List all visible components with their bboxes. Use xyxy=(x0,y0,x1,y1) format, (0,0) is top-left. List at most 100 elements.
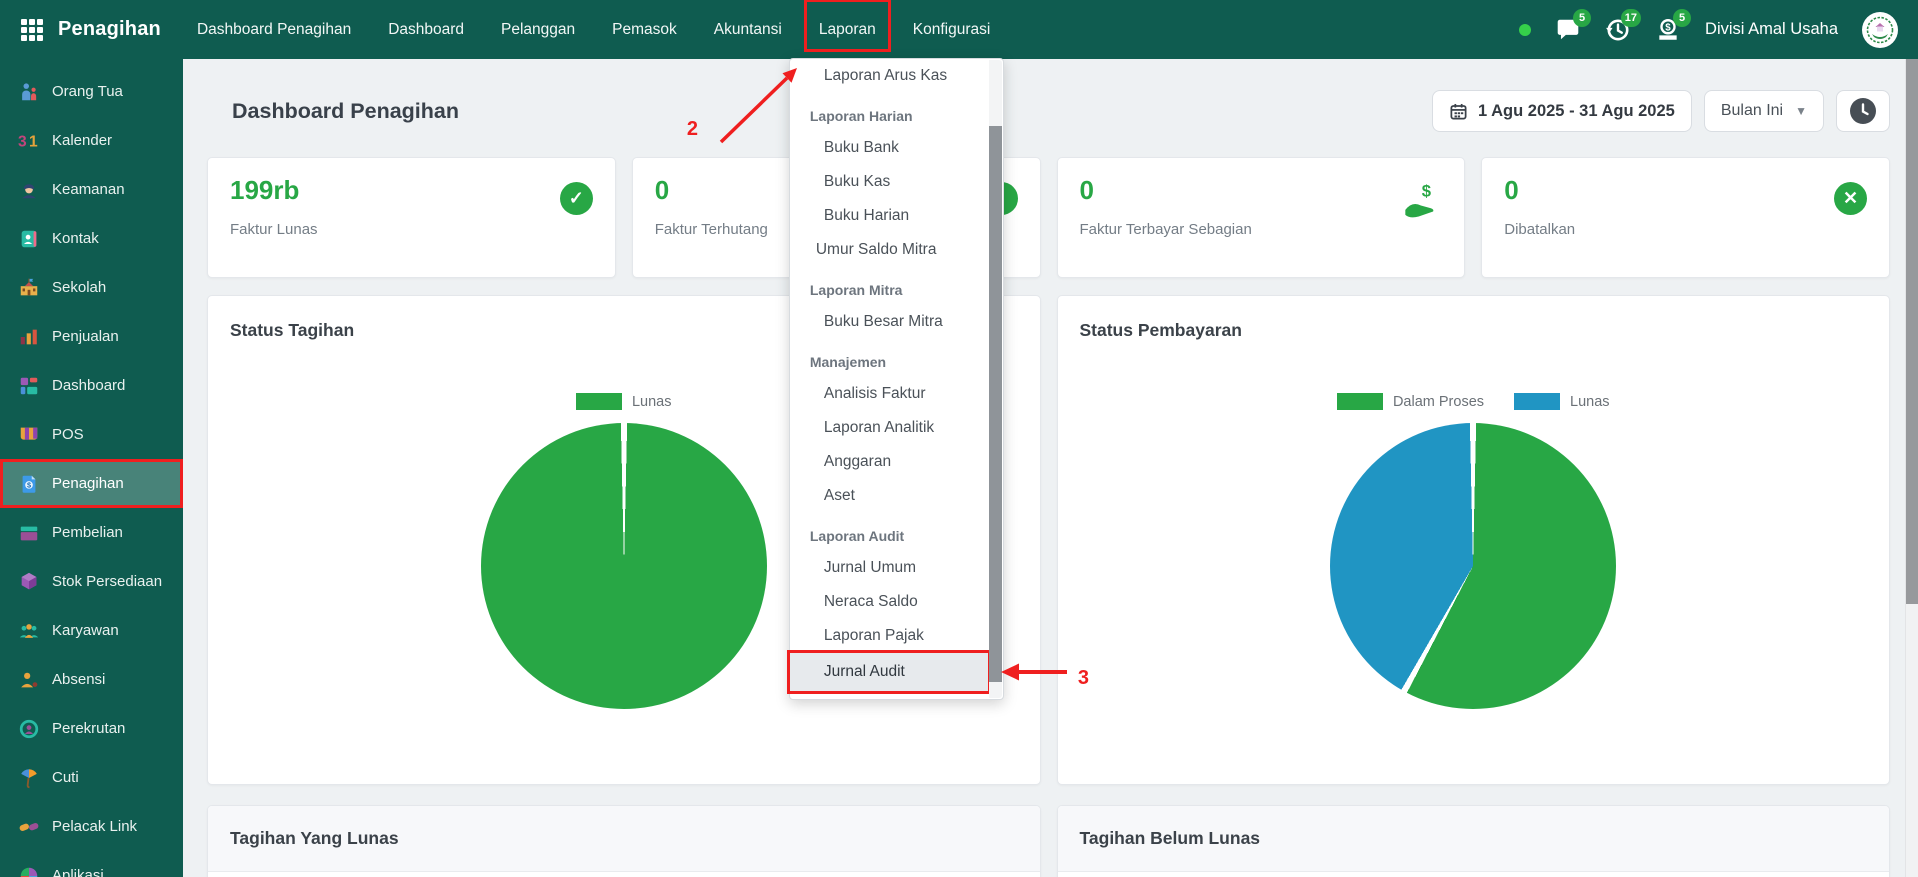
sidebar-item-stok-persediaan[interactable]: Stok Persediaan xyxy=(0,557,183,606)
time-settings-button[interactable] xyxy=(1836,90,1890,132)
stat-value: 0 xyxy=(1080,176,1443,206)
app-brand[interactable]: Penagihan xyxy=(58,18,161,41)
employees-group-icon xyxy=(18,620,40,642)
panel-header: Tagihan Belum Lunas xyxy=(1058,806,1890,872)
sidebar-item-perekrutan[interactable]: Perekrutan xyxy=(0,704,183,753)
activity-count-badge: 17 xyxy=(1621,9,1641,27)
hand-holding-dollar-icon: $ xyxy=(1402,182,1442,220)
sidebar-item-label: Penjualan xyxy=(52,328,119,345)
sidebar-item-keamanan[interactable]: Keamanan xyxy=(0,165,183,214)
sidebar-item-kalender[interactable]: 31 Kalender xyxy=(0,116,183,165)
sidebar-item-kontak[interactable]: Kontak xyxy=(0,214,183,263)
chevron-down-icon: ▼ xyxy=(1795,104,1807,118)
legend-label: Lunas xyxy=(1570,394,1610,410)
sidebar-item-penagihan[interactable]: $ Penagihan 1 xyxy=(0,459,183,508)
nav-konfigurasi[interactable]: Konfigurasi xyxy=(913,18,991,42)
sidebar-item-label: Aplikasi xyxy=(52,867,104,877)
bottom-panels-row: Tagihan Yang Lunas Tagihan Belum Lunas xyxy=(207,805,1890,877)
calendar-31-icon: 31 xyxy=(18,130,40,152)
nav-pemasok[interactable]: Pemasok xyxy=(612,18,677,42)
sidebar-item-label: Dashboard xyxy=(52,377,125,394)
stat-value: 0 xyxy=(1504,176,1867,206)
sidebar-item-penjualan[interactable]: Penjualan xyxy=(0,312,183,361)
nav-dashboard-penagihan[interactable]: Dashboard Penagihan xyxy=(197,18,351,42)
period-select[interactable]: Bulan Ini ▼ xyxy=(1704,90,1824,132)
legend-item-lunas[interactable]: Lunas xyxy=(576,393,672,410)
sidebar-item-label: Kontak xyxy=(52,230,99,247)
billing-invoice-icon: $ xyxy=(18,473,40,495)
legend-item-lunas[interactable]: Lunas xyxy=(1514,393,1610,410)
menu-neraca-saldo[interactable]: Neraca Saldo xyxy=(790,585,988,619)
menu-analisis-faktur[interactable]: Analisis Faktur xyxy=(790,377,988,411)
menu-buku-harian[interactable]: Buku Harian xyxy=(790,199,988,233)
sidebar-item-pos[interactable]: POS xyxy=(0,410,183,459)
menu-laporan-pajak[interactable]: Laporan Pajak xyxy=(790,619,988,653)
menu-buku-bank[interactable]: Buku Bank xyxy=(790,131,988,165)
top-navbar: Penagihan Dashboard Penagihan Dashboard … xyxy=(0,0,1918,59)
sidebar-item-dashboard[interactable]: Dashboard xyxy=(0,361,183,410)
panel-body xyxy=(208,872,1040,877)
sidebar-item-pembelian[interactable]: Pembelian xyxy=(0,508,183,557)
main-content: Dashboard Penagihan 1 Agu 2025 - 31 Agu … xyxy=(183,59,1905,877)
page-title: Dashboard Penagihan xyxy=(232,99,459,124)
purchase-stack-icon xyxy=(18,522,40,544)
panel-title: Tagihan Yang Lunas xyxy=(230,828,399,849)
apps-grid-icon[interactable] xyxy=(20,18,44,42)
page-scrollbar-track[interactable] xyxy=(1905,59,1918,877)
header-controls: 1 Agu 2025 - 31 Agu 2025 Bulan Ini ▼ xyxy=(1432,90,1890,132)
history-clock-icon[interactable]: 17 xyxy=(1605,17,1631,43)
sidebar-item-label: Absensi xyxy=(52,671,105,688)
date-range-button[interactable]: 1 Agu 2025 - 31 Agu 2025 xyxy=(1432,90,1692,132)
status-tagihan-pie-chart xyxy=(481,423,767,709)
sidebar-item-orang-tua[interactable]: Orang Tua xyxy=(0,67,183,116)
sidebar-item-aplikasi[interactable]: Aplikasi xyxy=(0,851,183,877)
chart-legend: Dalam Proses Lunas xyxy=(1058,393,1890,410)
nav-akuntansi[interactable]: Akuntansi xyxy=(714,18,782,42)
sidebar-item-karyawan[interactable]: Karyawan xyxy=(0,606,183,655)
menu-anggaran[interactable]: Anggaran xyxy=(790,445,988,479)
panel-title: Tagihan Belum Lunas xyxy=(1080,828,1261,849)
legend-swatch xyxy=(1514,393,1560,410)
nav-pelanggan[interactable]: Pelanggan xyxy=(501,18,575,42)
apps-wheel-icon xyxy=(18,865,40,877)
menu-laporan-arus-kas[interactable]: Laporan Arus Kas xyxy=(790,59,988,93)
dropdown-scrollbar-track[interactable] xyxy=(989,60,1002,698)
sidebar-item-label: Stok Persediaan xyxy=(52,573,162,590)
sidebar-item-label: Perekrutan xyxy=(52,720,125,737)
dropdown-scrollbar-thumb[interactable] xyxy=(989,126,1002,682)
chat-bubble-icon[interactable]: 5 xyxy=(1555,17,1581,43)
sidebar-item-cuti[interactable]: Cuti xyxy=(0,753,183,802)
nav-dashboard[interactable]: Dashboard xyxy=(388,18,464,42)
sidebar-item-sekolah[interactable]: Sekolah xyxy=(0,263,183,312)
sidebar-item-label: Orang Tua xyxy=(52,83,123,100)
menu-laporan-analitik[interactable]: Laporan Analitik xyxy=(790,411,988,445)
inventory-box-icon xyxy=(18,571,40,593)
menu-umur-saldo-mitra[interactable]: Umur Saldo Mitra xyxy=(790,233,988,267)
menu-aset[interactable]: Aset xyxy=(790,479,988,513)
stat-label: Faktur Terbayar Sebagian xyxy=(1080,221,1443,238)
panel-body xyxy=(1058,872,1890,877)
money-receipt-icon[interactable]: $ 5 xyxy=(1655,17,1681,43)
menu-buku-besar-mitra[interactable]: Buku Besar Mitra xyxy=(790,305,988,339)
menu-jurnal-audit[interactable]: Jurnal Audit 3 xyxy=(790,653,988,691)
sidebar-item-pelacak-link[interactable]: Pelacak Link xyxy=(0,802,183,851)
sidebar-item-label: Keamanan xyxy=(52,181,125,198)
avatar[interactable] xyxy=(1862,12,1898,48)
sidebar-item-absensi[interactable]: Absensi xyxy=(0,655,183,704)
nav-laporan[interactable]: Laporan 2 Laporan Arus Kas Laporan Haria… xyxy=(819,18,876,42)
legend-item-dalam-proses[interactable]: Dalam Proses xyxy=(1337,393,1484,410)
page-scrollbar-thumb[interactable] xyxy=(1906,59,1918,604)
svg-text:$: $ xyxy=(1422,182,1432,201)
sidebar-item-label: Cuti xyxy=(52,769,79,786)
clock-icon xyxy=(1849,97,1877,125)
contact-card-icon xyxy=(18,228,40,250)
online-status-dot xyxy=(1519,24,1531,36)
stat-card-dibatalkan: 0 Dibatalkan ✕ xyxy=(1481,157,1890,278)
tagihan-belum-lunas-panel: Tagihan Belum Lunas xyxy=(1057,805,1891,877)
school-building-icon xyxy=(18,277,40,299)
menu-jurnal-umum[interactable]: Jurnal Umum xyxy=(790,551,988,585)
menu-buku-kas[interactable]: Buku Kas xyxy=(790,165,988,199)
svg-text:3: 3 xyxy=(18,133,27,150)
period-value: Bulan Ini xyxy=(1721,102,1783,120)
navbar-right-cluster: 5 17 $ 5 Divisi Amal Usaha xyxy=(1519,12,1898,48)
